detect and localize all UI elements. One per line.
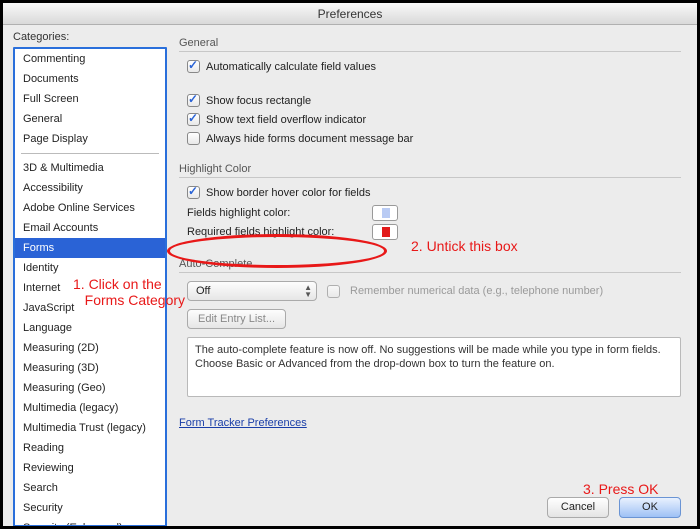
- auto-calculate-label: Automatically calculate field values: [206, 61, 376, 73]
- focus-rectangle-checkbox[interactable]: [187, 94, 200, 107]
- sidebar-item[interactable]: Measuring (Geo): [15, 378, 165, 398]
- sidebar-separator: [21, 153, 159, 154]
- preferences-window: Preferences Categories: CommentingDocume…: [0, 0, 700, 529]
- auto-calculate-checkbox[interactable]: [187, 60, 200, 73]
- sidebar-item[interactable]: Forms: [15, 238, 165, 258]
- sidebar-item[interactable]: Accessibility: [15, 178, 165, 198]
- remember-numerical-checkbox: [327, 285, 340, 298]
- sidebar-item[interactable]: Measuring (3D): [15, 358, 165, 378]
- divider: [179, 177, 681, 178]
- sidebar-item[interactable]: Commenting: [15, 49, 165, 69]
- sidebar-item[interactable]: Search: [15, 478, 165, 498]
- divider: [179, 272, 681, 273]
- content-area: Categories: CommentingDocumentsFull Scre…: [3, 25, 697, 526]
- sidebar-item[interactable]: Reading: [15, 438, 165, 458]
- fields-highlight-label: Fields highlight color:: [187, 207, 362, 219]
- sidebar-item[interactable]: General: [15, 109, 165, 129]
- hide-message-bar-checkbox[interactable]: [187, 132, 200, 145]
- sidebar-item[interactable]: Measuring (2D): [15, 338, 165, 358]
- settings-panel: General Automatically calculate field va…: [173, 25, 697, 526]
- updown-icon: ▲▼: [304, 284, 312, 298]
- sidebar-item[interactable]: Email Accounts: [15, 218, 165, 238]
- edit-entry-list-button: Edit Entry List...: [187, 309, 286, 329]
- sidebar-item[interactable]: Documents: [15, 69, 165, 89]
- cancel-button[interactable]: Cancel: [547, 497, 609, 518]
- sidebar-item[interactable]: Security (Enhanced): [15, 518, 165, 527]
- overflow-indicator-label: Show text field overflow indicator: [206, 114, 366, 126]
- fields-highlight-color[interactable]: [372, 205, 398, 221]
- ok-button[interactable]: OK: [619, 497, 681, 518]
- sidebar-item[interactable]: Reviewing: [15, 458, 165, 478]
- sidebar-item[interactable]: Internet: [15, 278, 165, 298]
- section-highlight-heading: Highlight Color: [179, 163, 681, 175]
- swatch-inner: [382, 208, 390, 218]
- autocomplete-description: The auto-complete feature is now off. No…: [187, 337, 681, 397]
- overflow-indicator-checkbox[interactable]: [187, 113, 200, 126]
- border-hover-label: Show border hover color for fields: [206, 187, 370, 199]
- section-autocomplete-heading: Auto-Complete: [179, 258, 681, 270]
- sidebar-item[interactable]: Language: [15, 318, 165, 338]
- autocomplete-select-value: Off: [196, 285, 210, 297]
- sidebar-item[interactable]: 3D & Multimedia: [15, 158, 165, 178]
- sidebar-item[interactable]: Page Display: [15, 129, 165, 149]
- sidebar-item[interactable]: Multimedia Trust (legacy): [15, 418, 165, 438]
- remember-numerical-label: Remember numerical data (e.g., telephone…: [350, 285, 603, 297]
- sidebar-item[interactable]: Adobe Online Services: [15, 198, 165, 218]
- window-title: Preferences: [3, 3, 697, 25]
- sidebar-item[interactable]: JavaScript: [15, 298, 165, 318]
- divider: [179, 51, 681, 52]
- categories-label: Categories:: [13, 31, 167, 43]
- hide-message-bar-label: Always hide forms document message bar: [206, 133, 413, 145]
- required-highlight-color[interactable]: [372, 224, 398, 240]
- swatch-inner: [382, 227, 390, 237]
- focus-rectangle-label: Show focus rectangle: [206, 95, 311, 107]
- form-tracker-link[interactable]: Form Tracker Preferences: [179, 417, 307, 429]
- required-highlight-label: Required fields highlight color:: [187, 226, 362, 238]
- sidebar-item[interactable]: Identity: [15, 258, 165, 278]
- sidebar-item[interactable]: Multimedia (legacy): [15, 398, 165, 418]
- section-general-heading: General: [179, 37, 681, 49]
- autocomplete-select[interactable]: Off ▲▼: [187, 281, 317, 301]
- categories-list[interactable]: CommentingDocumentsFull ScreenGeneralPag…: [13, 47, 167, 527]
- categories-panel: Categories: CommentingDocumentsFull Scre…: [3, 25, 173, 526]
- sidebar-item[interactable]: Security: [15, 498, 165, 518]
- border-hover-checkbox[interactable]: [187, 186, 200, 199]
- sidebar-item[interactable]: Full Screen: [15, 89, 165, 109]
